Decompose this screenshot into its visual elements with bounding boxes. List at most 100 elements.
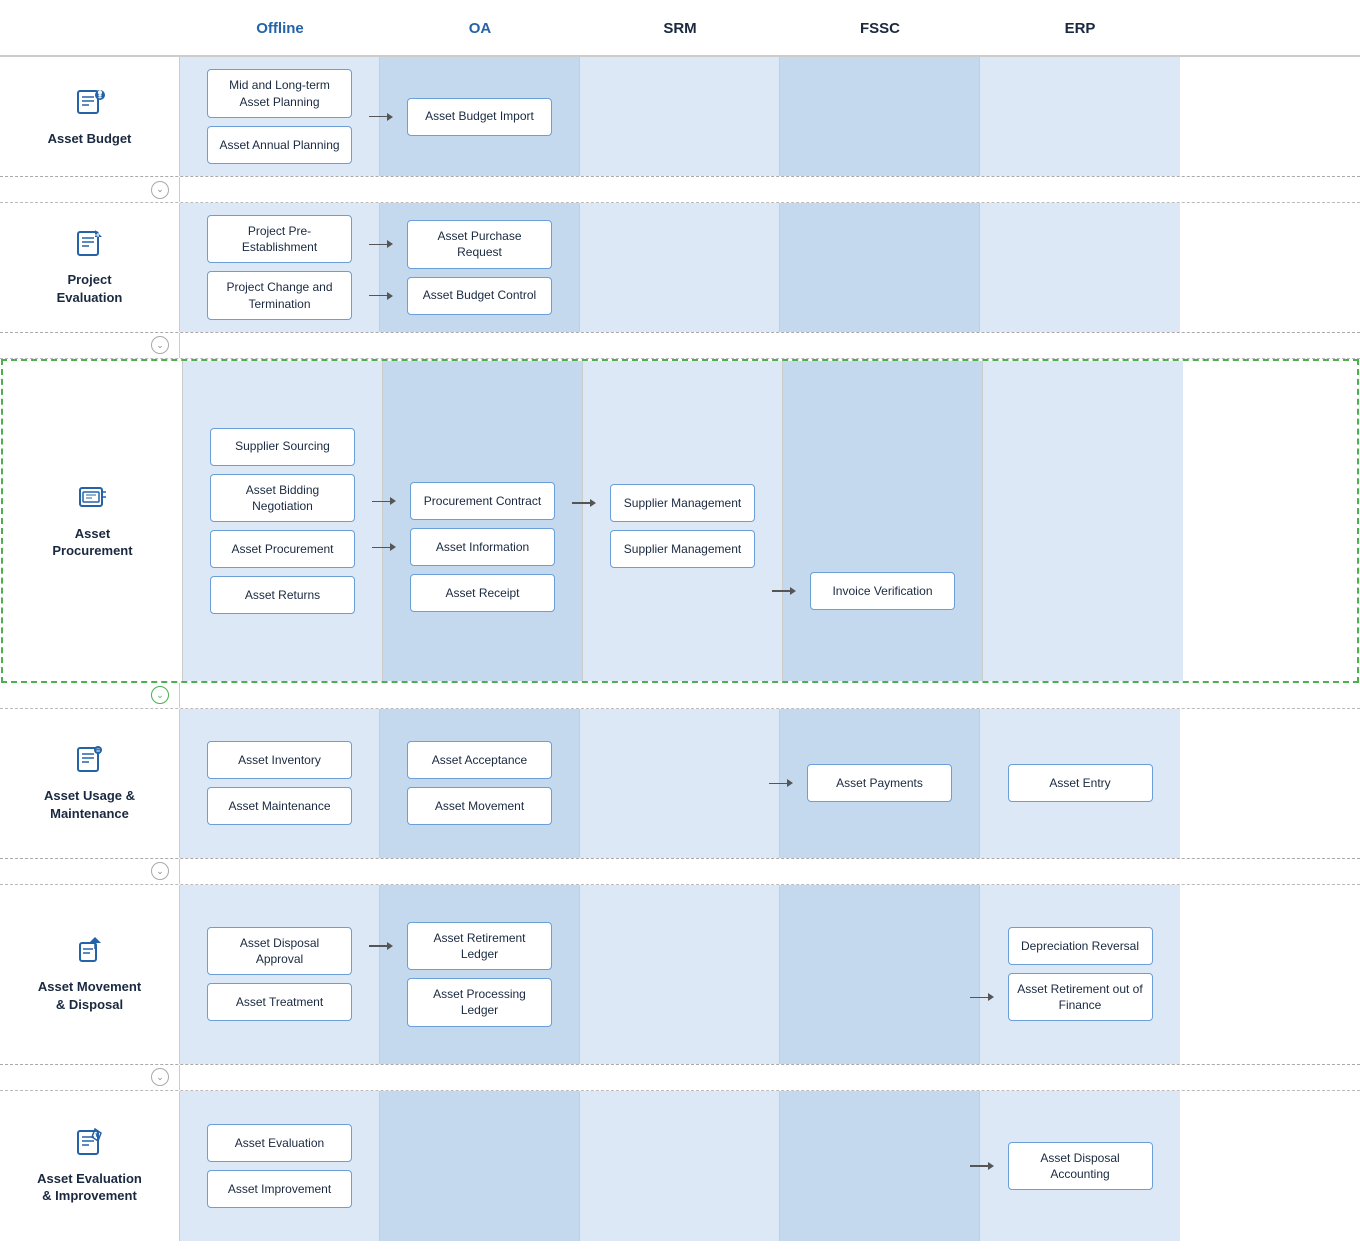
header-col0 [0, 10, 180, 47]
asset-budget-oa: Asset Budget Import [380, 57, 580, 176]
arrow-invoice [772, 587, 796, 595]
header-erp: ERP [980, 10, 1180, 47]
asset-procurement-oa: Procurement Contract Asset Information A… [383, 361, 583, 681]
divider-3-right [180, 683, 1360, 708]
box-project-preest: Project Pre-Establishment [207, 215, 352, 263]
asset-eval-srm [580, 1091, 780, 1241]
asset-movement-srm [580, 885, 780, 1064]
box-asset-processing-ledger: Asset Processing Ledger [407, 978, 552, 1026]
section-asset-procurement-wrapper: AssetProcurement Supplier Sourcing Asset… [1, 359, 1359, 683]
header-row: Offline OA SRM FSSC ERP [0, 10, 1360, 57]
category-asset-usage-label: Asset Usage &Maintenance [44, 787, 135, 822]
box-procurement-contract: Procurement Contract [410, 482, 555, 520]
category-asset-movement: Asset Movement& Disposal [0, 885, 180, 1064]
divider-3: ⌄ [0, 683, 1360, 709]
category-asset-eval-label: Asset Evaluation& Improvement [37, 1170, 142, 1205]
header-fssc: FSSC [780, 10, 980, 47]
asset-movement-oa: Asset Retirement Ledger Asset Processing… [380, 885, 580, 1064]
project-eval-fssc [780, 203, 980, 332]
section-asset-evaluation: Asset Evaluation& Improvement Asset Eval… [0, 1091, 1360, 1241]
section-asset-budget: ¥ Asset Budget Mid and Long-term Asset P… [0, 57, 1360, 177]
box-asset-budget-import: Asset Budget Import [407, 98, 552, 136]
divider-4: ⌄ [0, 859, 1360, 885]
asset-movement-fssc [780, 885, 980, 1064]
asset-budget-srm [580, 57, 780, 176]
arrow-asset-information [372, 543, 396, 551]
section-asset-usage: ≡ Asset Usage &Maintenance Asset Invento… [0, 709, 1360, 859]
section-asset-movement: Asset Movement& Disposal Asset Disposal … [0, 885, 1360, 1065]
asset-usage-srm [580, 709, 780, 858]
asset-procurement-fssc: Invoice Verification [783, 361, 983, 681]
section-asset-procurement: AssetProcurement Supplier Sourcing Asset… [3, 361, 1357, 681]
asset-procurement-offline: Supplier Sourcing Asset Bidding Negotiat… [183, 361, 383, 681]
box-depreciation-reversal: Depreciation Reversal [1008, 927, 1153, 965]
arrow-procurement-contract [372, 497, 396, 505]
arrow-budget-control [369, 292, 393, 300]
svg-text:≡: ≡ [95, 748, 99, 755]
divider-5-left: ⌄ [0, 1065, 180, 1090]
box-asset-acceptance: Asset Acceptance [407, 741, 552, 779]
asset-usage-fssc: Asset Payments [780, 709, 980, 858]
divider-2-right [180, 333, 1360, 358]
box-asset-inventory: Asset Inventory [207, 741, 352, 779]
header-offline: Offline [180, 10, 380, 47]
collapse-btn-4[interactable]: ⌄ [151, 862, 169, 880]
box-asset-returns: Asset Returns [210, 576, 355, 614]
asset-movement-offline: Asset Disposal Approval Asset Treatment [180, 885, 380, 1064]
divider-1: ⌄ [0, 177, 1360, 203]
category-asset-evaluation: Asset Evaluation& Improvement [0, 1091, 180, 1241]
box-asset-bidding: Asset Bidding Negotiation [210, 474, 355, 522]
arrow-supplier-mgmt1 [572, 499, 596, 507]
box-asset-movement: Asset Movement [407, 787, 552, 825]
category-asset-procurement: AssetProcurement [3, 361, 183, 681]
asset-eval-oa [380, 1091, 580, 1241]
box-mid-longterm: Mid and Long-term Asset Planning [207, 69, 352, 117]
box-asset-purchase-req: Asset Purchase Request [407, 220, 552, 268]
asset-usage-icon: ≡ [75, 744, 105, 781]
collapse-btn-1[interactable]: ⌄ [151, 181, 169, 199]
box-asset-retirement-ledger: Asset Retirement Ledger [407, 922, 552, 970]
asset-usage-erp: Asset Entry [980, 709, 1180, 858]
box-supplier-mgmt2: Supplier Management [610, 530, 755, 568]
box-asset-retirement-finance: Asset Retirement out of Finance [1008, 973, 1153, 1021]
category-asset-movement-label: Asset Movement& Disposal [38, 978, 141, 1013]
divider-2: ⌄ [0, 333, 1360, 359]
asset-procurement-icon [78, 482, 108, 519]
box-asset-procurement-item: Asset Procurement [210, 530, 355, 568]
asset-budget-erp [980, 57, 1180, 176]
asset-usage-oa: Asset Acceptance Asset Movement [380, 709, 580, 858]
divider-3-left: ⌄ [0, 683, 180, 708]
category-asset-budget-label: Asset Budget [48, 130, 132, 148]
arrow-asset-retirement-finance [970, 993, 994, 1001]
arrow-disposal-accounting [970, 1162, 994, 1170]
asset-procurement-srm: Supplier Management Supplier Management [583, 361, 783, 681]
asset-eval-erp: Asset Disposal Accounting [980, 1091, 1180, 1241]
divider-1-left: ⌄ [0, 177, 180, 202]
category-project-eval: ProjectEvaluation [0, 203, 180, 332]
asset-movement-erp: Depreciation Reversal Asset Retirement o… [980, 885, 1180, 1064]
box-supplier-mgmt1: Supplier Management [610, 484, 755, 522]
collapse-btn-5[interactable]: ⌄ [151, 1068, 169, 1086]
collapse-btn-2[interactable]: ⌄ [151, 336, 169, 354]
project-eval-icon [75, 228, 105, 265]
asset-budget-fssc [780, 57, 980, 176]
box-asset-entry: Asset Entry [1008, 764, 1153, 802]
category-asset-usage: ≡ Asset Usage &Maintenance [0, 709, 180, 858]
asset-budget-offline: Mid and Long-term Asset Planning Asset A… [180, 57, 380, 176]
box-asset-annual: Asset Annual Planning [207, 126, 352, 164]
box-asset-information: Asset Information [410, 528, 555, 566]
asset-evaluation-icon [75, 1127, 105, 1164]
box-asset-improvement: Asset Improvement [207, 1170, 352, 1208]
box-supplier-sourcing: Supplier Sourcing [210, 428, 355, 466]
asset-usage-offline: Asset Inventory Asset Maintenance [180, 709, 380, 858]
box-asset-treatment: Asset Treatment [207, 983, 352, 1021]
collapse-btn-3[interactable]: ⌄ [151, 686, 169, 704]
box-asset-budget-control: Asset Budget Control [407, 277, 552, 315]
project-eval-oa: Asset Purchase Request Asset Budget Cont… [380, 203, 580, 332]
asset-eval-offline: Asset Evaluation Asset Improvement [180, 1091, 380, 1241]
divider-5: ⌄ [0, 1065, 1360, 1091]
divider-2-left: ⌄ [0, 333, 180, 358]
asset-movement-icon [75, 935, 105, 972]
section-project-eval: ProjectEvaluation Project Pre-Establishm… [0, 203, 1360, 333]
asset-procurement-erp [983, 361, 1183, 681]
